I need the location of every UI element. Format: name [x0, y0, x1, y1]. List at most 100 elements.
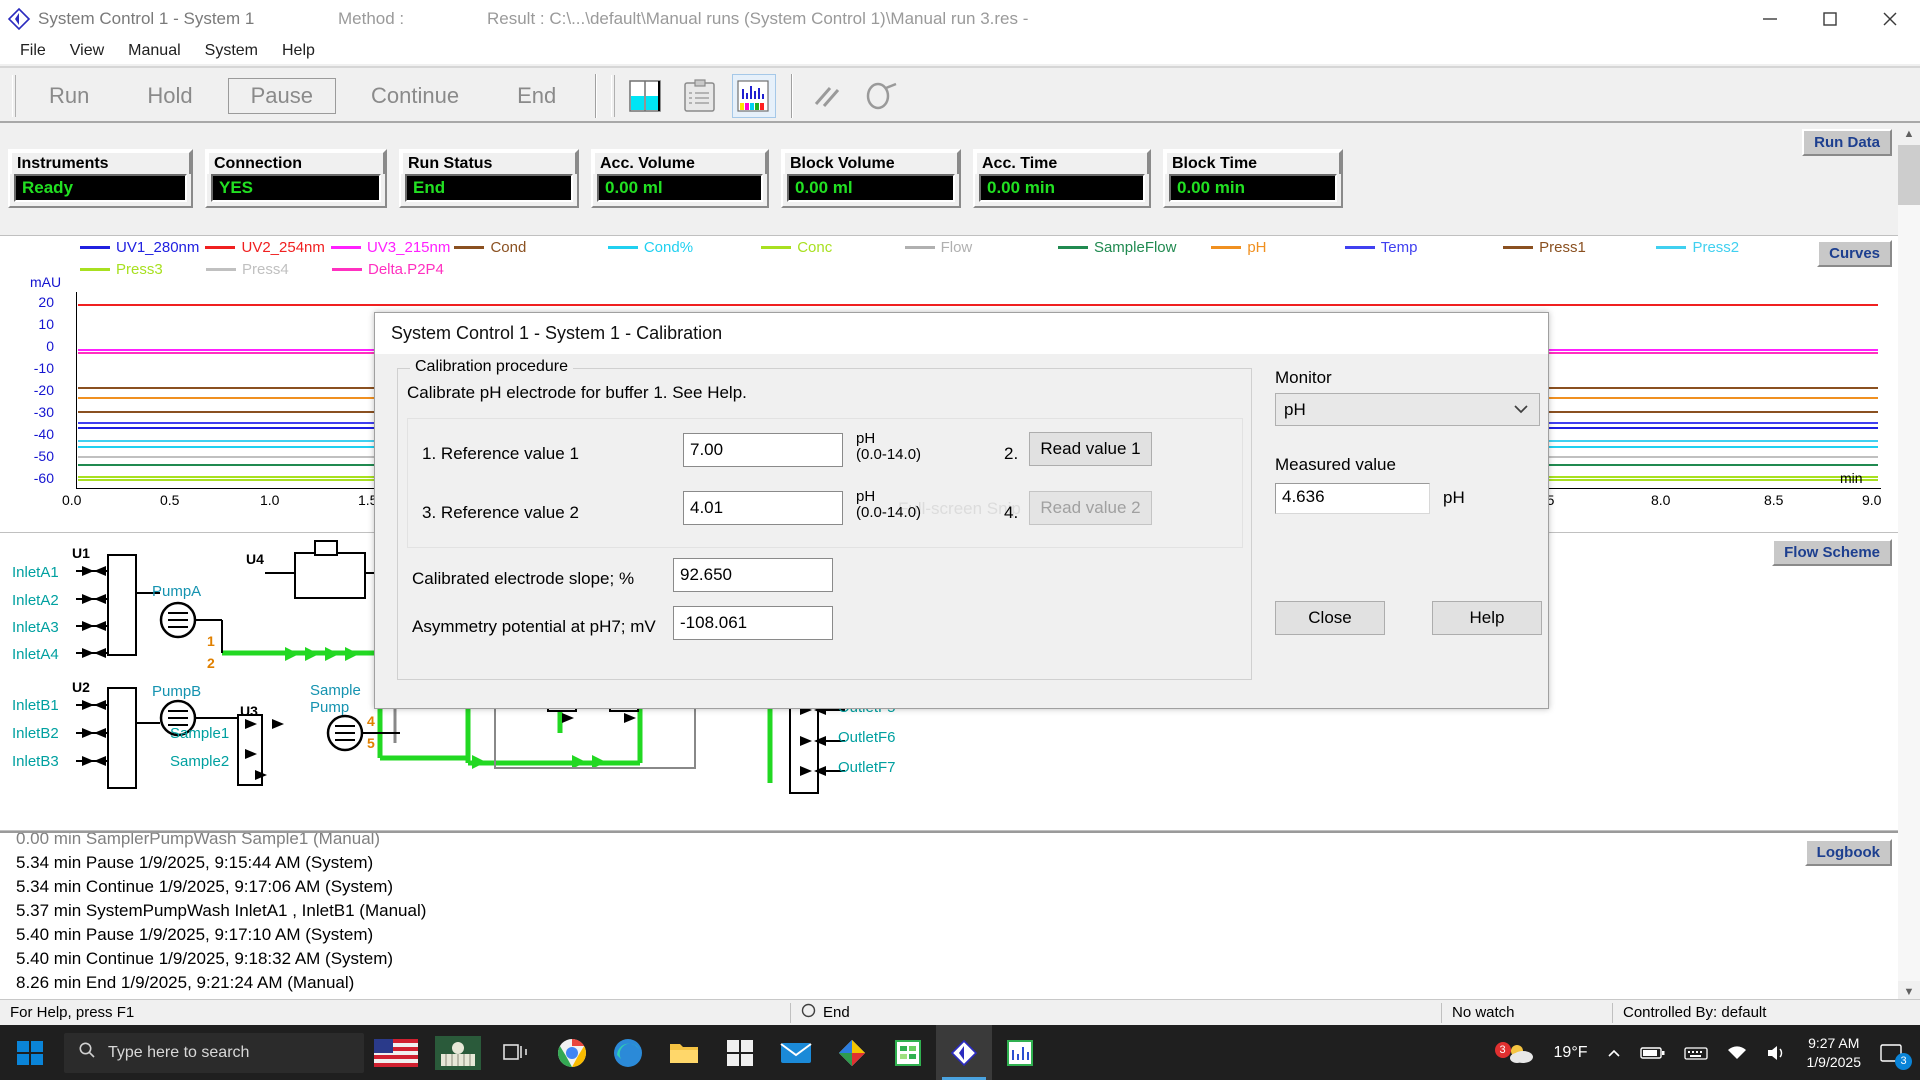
chevron-down-icon: [1513, 402, 1529, 417]
reference-value-2-input[interactable]: [683, 491, 843, 525]
status-block-volume-value: 0.00 ml: [787, 174, 955, 202]
run-data-tab[interactable]: Run Data: [1802, 129, 1892, 156]
capitol-icon[interactable]: [428, 1025, 488, 1080]
unicorn-diamond-icon: [6, 6, 32, 32]
menu-help[interactable]: Help: [270, 40, 327, 62]
menu-manual[interactable]: Manual: [116, 40, 192, 62]
flag-icon[interactable]: [364, 1025, 428, 1080]
maximize-icon[interactable]: [1800, 0, 1860, 37]
store-icon[interactable]: [712, 1025, 768, 1080]
logbook-tab[interactable]: Logbook: [1804, 839, 1892, 866]
continue-button[interactable]: Continue: [348, 78, 482, 114]
calibration-dialog[interactable]: System Control 1 - System 1 - Calibratio…: [374, 312, 1549, 709]
status-block-time: Block Time 0.00 min: [1163, 149, 1343, 208]
measured-value-field: 4.636: [1275, 483, 1430, 514]
file-explorer-icon[interactable]: [656, 1025, 712, 1080]
reference-value-1-input[interactable]: [683, 433, 843, 467]
legend-item-press1[interactable]: Press1: [1503, 239, 1652, 256]
help-button[interactable]: Help: [1432, 601, 1542, 635]
flow-port-4: 4: [367, 713, 375, 729]
unicorn-green-icon[interactable]: [992, 1025, 1048, 1080]
x-axis-unit: min: [1840, 470, 1863, 486]
y-tick-10: 10: [38, 316, 54, 332]
edge-icon[interactable]: [600, 1025, 656, 1080]
legend-item-ph[interactable]: pH: [1211, 239, 1340, 256]
read-value-2-button[interactable]: Read value 2: [1029, 491, 1152, 525]
monitor-select[interactable]: pH: [1275, 393, 1540, 426]
reference-value-2-unit: pH (0.0-14.0): [856, 488, 921, 521]
legend-label-temp: Temp: [1380, 238, 1418, 256]
pens-icon[interactable]: [808, 74, 852, 118]
hold-button[interactable]: Hold: [124, 78, 215, 114]
taskbar-clock[interactable]: 9:27 AM 1/9/2025: [1797, 1034, 1872, 1072]
pane-layout-icon[interactable]: [624, 74, 668, 118]
electrode-slope-input[interactable]: [673, 558, 833, 592]
toolbar-grip-2[interactable]: [611, 75, 616, 117]
status-instruments-label: Instruments: [10, 151, 191, 174]
curves-tab[interactable]: Curves: [1817, 240, 1892, 267]
clock-time: 9:27 AM: [1808, 1034, 1860, 1051]
battery-icon[interactable]: [1631, 1045, 1675, 1061]
menu-system[interactable]: System: [193, 40, 270, 62]
weather-icon[interactable]: 3: [1494, 1040, 1545, 1066]
close-button[interactable]: Close: [1275, 601, 1385, 635]
scroll-track[interactable]: [1898, 145, 1920, 981]
legend-item-uv2[interactable]: UV2_254nm: [205, 239, 326, 256]
toolbar-grip[interactable]: [12, 75, 16, 117]
scroll-up-arrow[interactable]: ▲: [1898, 123, 1920, 145]
chrome-icon[interactable]: [544, 1025, 600, 1080]
flow-outlet-f7: OutletF7: [838, 759, 896, 776]
colorful-app-icon[interactable]: [824, 1025, 880, 1080]
flow-scheme-tab[interactable]: Flow Scheme: [1772, 539, 1892, 566]
end-button[interactable]: End: [494, 78, 579, 114]
minimize-icon[interactable]: [1740, 0, 1800, 37]
mail-icon[interactable]: [768, 1025, 824, 1080]
menu-file[interactable]: File: [8, 40, 58, 62]
pause-button[interactable]: Pause: [227, 78, 336, 114]
status-run-status: Run Status End: [399, 149, 579, 208]
legend-swatch-uv3: [330, 245, 361, 249]
unicorn-app-icon[interactable]: [880, 1025, 936, 1080]
legend-item-press4[interactable]: Press4: [206, 261, 328, 278]
legend-item-press3[interactable]: Press3: [80, 261, 202, 278]
status-block-volume-label: Block Volume: [783, 151, 959, 174]
search-input[interactable]: Type here to search: [64, 1032, 364, 1073]
task-view-icon[interactable]: [488, 1025, 544, 1080]
menu-view[interactable]: View: [58, 40, 116, 62]
legend-item-sampleflow[interactable]: SampleFlow: [1057, 239, 1207, 256]
action-center-icon[interactable]: 3: [1871, 1043, 1920, 1070]
legend-item-conc[interactable]: Conc: [761, 239, 900, 256]
unicorn-active-icon[interactable]: [936, 1025, 992, 1080]
read-value-1-button[interactable]: Read value 1: [1029, 432, 1152, 466]
legend-item-cond[interactable]: Cond: [454, 239, 603, 256]
curves-chart-icon[interactable]: [732, 74, 777, 118]
legend-item-uv3[interactable]: UV3_215nm: [330, 239, 451, 256]
keyboard-icon[interactable]: [1675, 1045, 1717, 1061]
main-vertical-scrollbar[interactable]: ▲ ▼: [1898, 123, 1920, 1003]
legend-item-flow[interactable]: Flow: [904, 239, 1054, 256]
legend-label-press3: Press3: [116, 260, 163, 278]
volume-icon[interactable]: [1757, 1044, 1797, 1062]
clipboard-icon[interactable]: [678, 74, 722, 118]
status-connection: Connection YES: [205, 149, 387, 208]
logbook-pane[interactable]: Logbook 0.00 min SamplerPumpWash Sample1…: [0, 831, 1898, 999]
magnifier-icon[interactable]: [862, 74, 906, 118]
legend-item-condpct[interactable]: Cond%: [607, 239, 757, 256]
windows-start-icon[interactable]: [0, 1025, 60, 1080]
legend-swatch-condpct: [607, 245, 638, 249]
chevron-up-icon[interactable]: [1597, 1047, 1631, 1059]
asymmetry-potential-input[interactable]: [673, 606, 833, 640]
log-line-2: 5.34 min Continue 1/9/2025, 9:17:06 AM (…: [16, 877, 394, 896]
run-button[interactable]: Run: [26, 78, 112, 114]
network-icon[interactable]: [1717, 1044, 1757, 1062]
close-icon[interactable]: [1860, 0, 1920, 37]
legend-swatch-uv2: [205, 245, 236, 249]
legend-item-uv1[interactable]: UV1_280nm: [80, 239, 201, 256]
x-tick-7: 9.0: [1862, 492, 1882, 508]
legend-item-press2[interactable]: Press2: [1656, 239, 1776, 256]
legend-item-temp[interactable]: Temp: [1344, 238, 1499, 256]
legend-item-deltap2p4[interactable]: Delta.P2P4: [332, 261, 492, 278]
flow-pump-a: PumpA: [152, 583, 202, 600]
scroll-thumb[interactable]: [1898, 145, 1920, 205]
window-controls: [1740, 0, 1920, 37]
